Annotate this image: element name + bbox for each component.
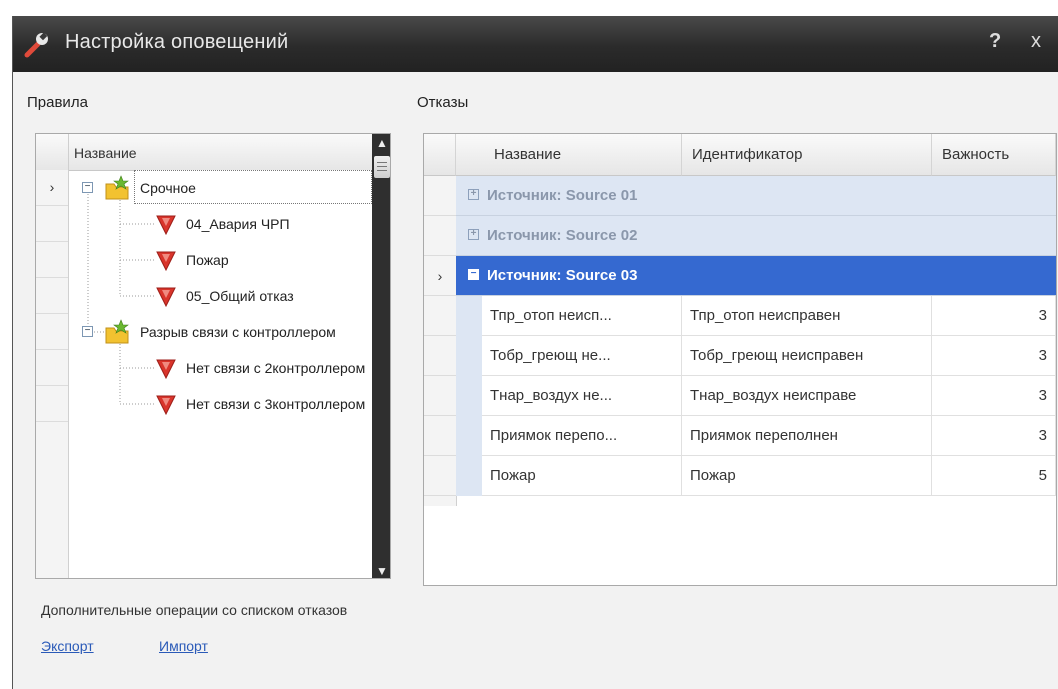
tree-row[interactable]: 04_Авария ЧРП (68, 206, 372, 242)
group-indent (456, 416, 482, 456)
row-indicator (424, 216, 456, 256)
rule-item-name[interactable]: Пожар (180, 242, 372, 276)
faults-grid[interactable]: Название Идентификатор Важность › + Источ… (423, 133, 1057, 586)
alert-marker-icon (156, 251, 176, 272)
row-indicator (424, 296, 456, 336)
row-indicator (424, 176, 456, 216)
faults-label: Отказы (417, 94, 469, 111)
rules-tree[interactable]: Название › − Срочное 04_Авария ЧРП Пожар… (35, 133, 391, 579)
table-row[interactable]: Пожар Пожар 5 (456, 456, 1056, 496)
cell-name[interactable]: Тпр_отоп неисп... (482, 296, 682, 336)
rule-group-name[interactable]: Разрыв связи с контроллером (134, 314, 372, 348)
additional-operations-label: Дополнительные операции со списком отказ… (41, 602, 348, 618)
group-row-source-01[interactable]: + Источник: Source 01 (456, 176, 1056, 216)
folder-star-icon (105, 319, 129, 344)
collapse-toggle[interactable]: − (82, 326, 93, 337)
collapse-toggle[interactable]: − (82, 182, 93, 193)
rules-scrollbar[interactable]: ▲ ▼ (372, 134, 390, 578)
current-row-indicator: › (424, 256, 456, 296)
collapse-toggle[interactable]: − (468, 268, 479, 280)
wrench-icon (24, 32, 48, 58)
alert-marker-icon (156, 359, 176, 380)
expand-toggle[interactable]: + (468, 228, 479, 240)
cell-importance[interactable]: 3 (932, 376, 1056, 416)
scroll-down-arrow-icon[interactable]: ▼ (372, 562, 390, 578)
group-indent (456, 336, 482, 376)
row-indicator (424, 456, 456, 496)
group-row-source-03[interactable]: − Источник: Source 03 (456, 256, 1056, 296)
table-row[interactable]: Тнар_воздух не... Тнар_воздух неисправе … (456, 376, 1056, 416)
cell-importance[interactable]: 3 (932, 296, 1056, 336)
row-indicator (36, 350, 68, 386)
export-link[interactable]: Экспорт (41, 638, 94, 654)
group-label: Источник: Source 02 (487, 227, 638, 244)
rule-item-name[interactable]: 05_Общий отказ (180, 278, 372, 312)
column-header-name[interactable]: Название (456, 134, 682, 176)
table-row[interactable]: Тпр_отоп неисп... Тпр_отоп неисправен 3 (456, 296, 1056, 336)
row-indicator (36, 242, 68, 278)
expand-toggle[interactable]: + (468, 188, 479, 200)
cell-importance[interactable]: 3 (932, 336, 1056, 376)
cell-importance[interactable]: 3 (932, 416, 1056, 456)
group-label: Источник: Source 03 (487, 267, 638, 284)
rules-column-name[interactable]: Название (74, 145, 137, 161)
row-indicator (424, 376, 456, 416)
cell-identifier[interactable]: Пожар (682, 456, 932, 496)
rules-row-indicator: › (36, 170, 69, 578)
alert-settings-window: Настройка оповещений ? x Правила Отказы … (12, 16, 1058, 689)
column-header-importance[interactable]: Важность (932, 134, 1056, 176)
alert-marker-icon (156, 395, 176, 416)
rule-group-name[interactable]: Срочное (134, 170, 372, 204)
row-indicator (36, 314, 68, 350)
alert-marker-icon (156, 215, 176, 236)
group-row-source-02[interactable]: + Источник: Source 02 (456, 216, 1056, 256)
tree-row[interactable]: Нет связи с 3контроллером (68, 386, 372, 422)
tree-row[interactable]: − Срочное (68, 170, 372, 206)
table-row[interactable]: Тобр_греющ не... Тобр_греющ неисправен 3 (456, 336, 1056, 376)
help-button[interactable]: ? (989, 30, 1001, 53)
tree-row[interactable]: Нет связи с 2контроллером (68, 350, 372, 386)
scroll-up-arrow-icon[interactable]: ▲ (372, 134, 390, 152)
group-indent (456, 296, 482, 336)
alert-marker-icon (156, 287, 176, 308)
rules-label: Правила (27, 94, 88, 111)
close-button[interactable]: x (1031, 30, 1041, 53)
folder-star-icon (105, 175, 129, 200)
cell-identifier[interactable]: Тнар_воздух неисправе (682, 376, 932, 416)
group-label: Источник: Source 01 (487, 187, 638, 204)
row-indicator (36, 206, 68, 242)
rules-header-corner (36, 134, 69, 170)
tree-row[interactable]: Пожар (68, 242, 372, 278)
title-bar[interactable]: Настройка оповещений ? x (13, 16, 1058, 72)
cell-importance[interactable]: 5 (932, 456, 1056, 496)
row-indicator (36, 278, 68, 314)
cell-name[interactable]: Тобр_греющ не... (482, 336, 682, 376)
tree-row[interactable]: − Разрыв связи с контроллером (68, 314, 372, 350)
column-header-identifier[interactable]: Идентификатор (682, 134, 932, 176)
table-row[interactable]: Приямок перепо... Приямок переполнен 3 (456, 416, 1056, 456)
tree-row[interactable]: 05_Общий отказ (68, 278, 372, 314)
rule-item-name[interactable]: 04_Авария ЧРП (180, 206, 372, 240)
cell-identifier[interactable]: Приямок переполнен (682, 416, 932, 456)
window-title: Настройка оповещений (65, 31, 289, 53)
rules-header: Название (36, 134, 372, 171)
scroll-thumb[interactable] (374, 156, 390, 178)
cell-name[interactable]: Тнар_воздух не... (482, 376, 682, 416)
cell-identifier[interactable]: Тпр_отоп неисправен (682, 296, 932, 336)
current-row-indicator: › (36, 170, 68, 206)
cell-name[interactable]: Приямок перепо... (482, 416, 682, 456)
rule-item-name[interactable]: Нет связи с 2контроллером (180, 350, 372, 384)
row-indicator (424, 416, 456, 456)
faults-header-corner (424, 134, 456, 176)
cell-name[interactable]: Пожар (482, 456, 682, 496)
row-indicator (36, 386, 68, 422)
faults-row-indicator: › (424, 176, 457, 506)
cell-identifier[interactable]: Тобр_греющ неисправен (682, 336, 932, 376)
row-indicator (424, 336, 456, 376)
group-indent (456, 376, 482, 416)
rule-item-name[interactable]: Нет связи с 3контроллером (180, 386, 372, 420)
group-indent (456, 456, 482, 496)
import-link[interactable]: Импорт (159, 638, 208, 654)
